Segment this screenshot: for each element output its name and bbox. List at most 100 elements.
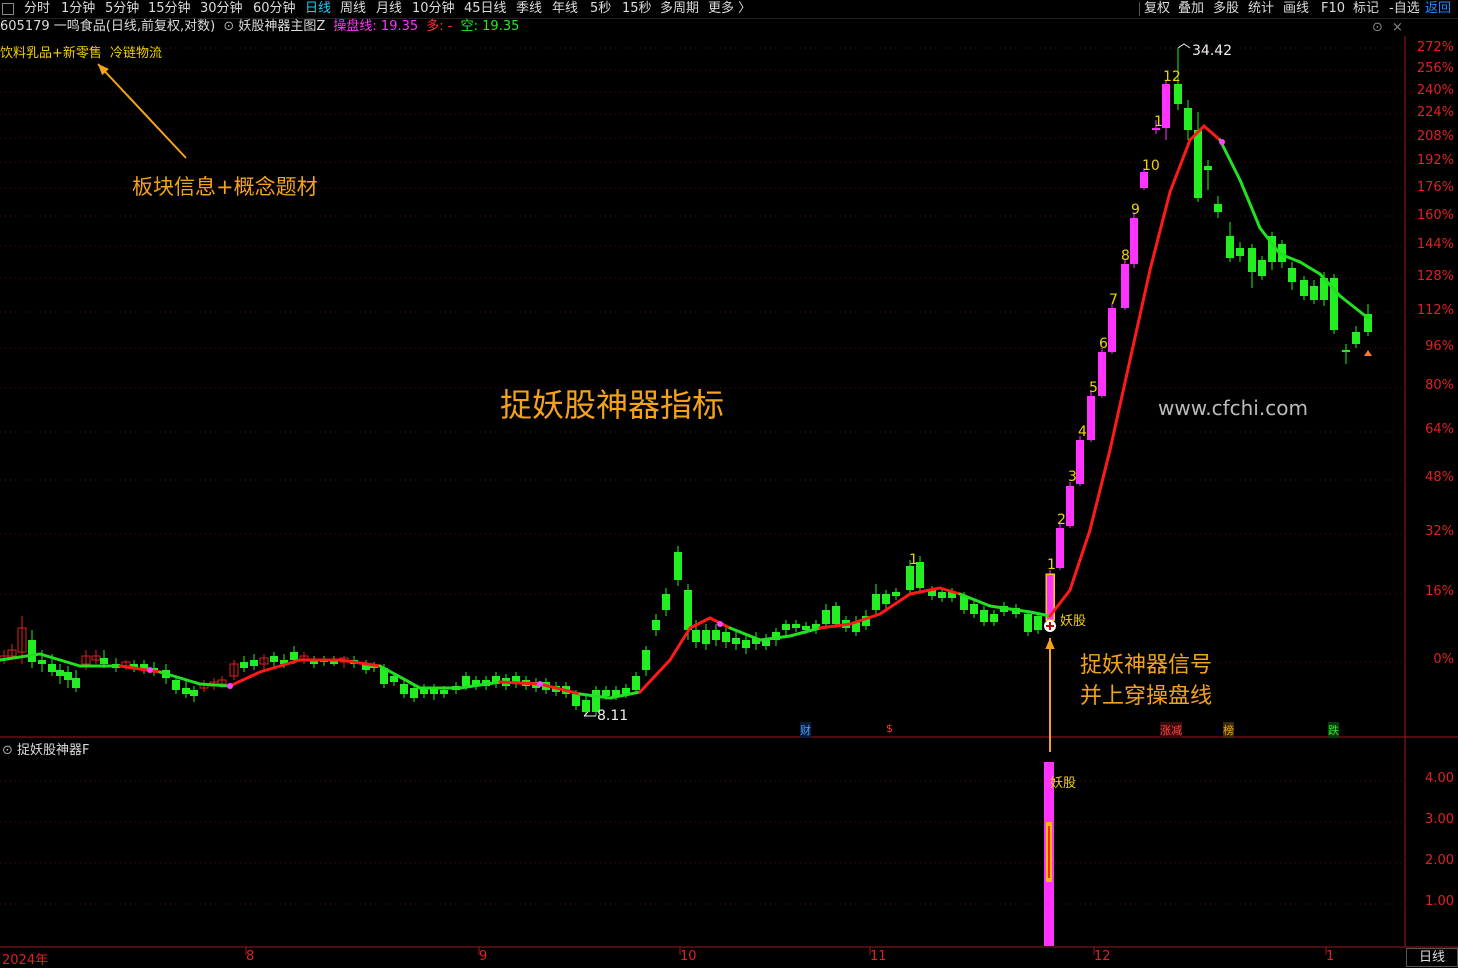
candle-body	[1352, 332, 1360, 344]
watermark: www.cfchi.com	[1158, 396, 1308, 420]
count-label: 4	[1078, 424, 1087, 440]
candle-body	[1140, 172, 1148, 188]
y-tick: 160%	[1416, 208, 1454, 223]
line-transition-dot	[717, 621, 723, 627]
candle-body	[1300, 280, 1308, 296]
y-tick: 240%	[1416, 83, 1454, 98]
event-tag-die[interactable]: 跌	[1328, 722, 1339, 738]
signal-arrow-head-icon	[1045, 638, 1055, 650]
candle-body	[1236, 248, 1244, 256]
candle-body	[970, 604, 978, 614]
candle-body	[1310, 286, 1318, 300]
candle-body	[602, 690, 610, 696]
candle-body	[1034, 616, 1042, 630]
count-label: 10	[1142, 158, 1160, 174]
x-tick: 11	[870, 949, 887, 964]
candle-body	[1226, 236, 1234, 258]
candle-body	[822, 610, 830, 624]
count-label: 5	[1089, 380, 1098, 396]
sub-dropdown-icon[interactable]: ⊙	[2, 743, 13, 758]
operating-line-segment	[1168, 138, 1192, 194]
count-label: 12	[1163, 69, 1181, 85]
candle-body	[906, 566, 914, 590]
x-tick: 12	[1094, 949, 1111, 964]
y-tick: 80%	[1425, 378, 1454, 393]
candle-body	[48, 664, 56, 672]
y-tick: 112%	[1416, 303, 1454, 318]
candle-body	[1121, 264, 1129, 308]
operating-line-segment	[1128, 268, 1152, 362]
y-tick: 256%	[1416, 61, 1454, 76]
candle-body	[652, 620, 660, 630]
count-label: 1	[1154, 114, 1163, 130]
count-label: 9	[1131, 202, 1140, 218]
sub-panel-name: 捉妖股神器F	[17, 743, 90, 758]
candle-body	[832, 606, 840, 624]
operating-line-segment	[198, 682, 232, 688]
candle-body	[872, 594, 880, 610]
count-label: 2	[1057, 512, 1066, 528]
event-tag-finance[interactable]: 财	[800, 722, 811, 738]
count-label: 6	[1099, 336, 1108, 352]
indicator-title: 捉妖股神器指标	[500, 386, 725, 424]
triangle-marker-icon	[1364, 350, 1372, 356]
candle-body	[802, 626, 810, 630]
candle-body	[1184, 108, 1192, 130]
sector-arrow-shaft	[97, 63, 187, 159]
candle-body	[892, 592, 900, 596]
candle-body	[72, 678, 80, 688]
operating-line-segment	[1238, 178, 1262, 230]
kline-chart[interactable]	[0, 0, 1458, 967]
candle-body	[1204, 166, 1212, 170]
candle-body	[400, 684, 408, 694]
candle-body	[980, 610, 988, 622]
sub-y-tick: 4.00	[1425, 771, 1454, 786]
candle-body	[1342, 350, 1350, 352]
candle-body	[712, 630, 720, 640]
event-tag-dollar[interactable]: $	[886, 722, 893, 735]
candle-body	[582, 700, 590, 712]
candle-body	[662, 594, 670, 610]
candle-body	[1248, 248, 1256, 272]
low-price-label: 8.11	[597, 708, 629, 724]
operating-line-segment	[1218, 138, 1242, 182]
candle-body	[732, 638, 740, 644]
candle-body	[64, 672, 72, 680]
x-tick: 9	[479, 949, 488, 964]
y-tick: 96%	[1425, 339, 1454, 354]
sector-info-annotation: 板块信息+概念题材	[132, 175, 318, 199]
count-label: 1	[1047, 557, 1056, 573]
x-tick: 8	[246, 949, 255, 964]
sub-y-tick: 3.00	[1425, 812, 1454, 827]
candle-body	[572, 694, 580, 706]
candle-body	[1056, 528, 1064, 568]
candle-body	[440, 690, 448, 694]
x-tick: 10	[680, 949, 697, 964]
candle-body	[722, 632, 730, 642]
line-transition-dot	[537, 681, 543, 687]
candle-body	[792, 624, 800, 628]
signal-annotation-line2: 并上穿操盘线	[1080, 684, 1213, 709]
candle-body	[742, 640, 750, 648]
y-tick: 32%	[1425, 524, 1454, 539]
operating-line-segment	[498, 680, 542, 686]
y-tick: 224%	[1416, 105, 1454, 120]
y-tick: 272%	[1416, 40, 1454, 55]
candle-body	[684, 590, 692, 630]
high-price-label: 34.42	[1192, 43, 1233, 59]
candle-body	[1258, 260, 1266, 276]
signal-annotation-line1: 捉妖神器信号	[1080, 653, 1213, 678]
candle-body	[882, 594, 890, 604]
sub-panel-title[interactable]: ⊙ 捉妖股神器F	[2, 739, 90, 758]
event-tag-zhangjian[interactable]: 涨减	[1160, 722, 1182, 738]
x-tick: 1	[1326, 949, 1335, 964]
candle-body	[782, 624, 790, 630]
candle-body	[462, 676, 470, 686]
candle-body	[1098, 352, 1106, 396]
period-indicator-tab[interactable]: 日线	[1406, 948, 1458, 967]
event-tag-bang[interactable]: 榜	[1223, 722, 1234, 738]
operating-line-segment	[1202, 124, 1222, 142]
count-label: 8	[1121, 248, 1130, 264]
candle-body	[410, 688, 418, 698]
y-tick: 208%	[1416, 129, 1454, 144]
